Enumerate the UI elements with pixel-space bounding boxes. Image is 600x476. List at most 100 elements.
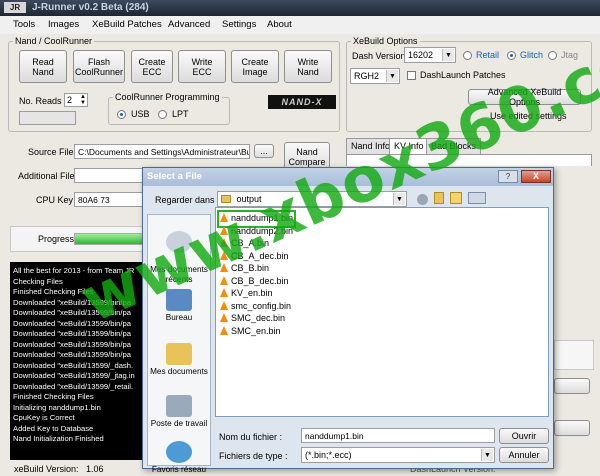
menu-images[interactable]: Images: [48, 19, 79, 30]
file-item[interactable]: CB_B_dec.bin: [220, 275, 289, 288]
log-line: Downloaded "xeBuild/13599/_jtag.in: [13, 371, 135, 380]
network-icon: [166, 441, 192, 463]
menu-tools[interactable]: Tools: [13, 19, 35, 30]
log-line: Downloaded "xeBuild/13599/bin/pa: [13, 318, 131, 328]
file-name: CB_B.bin: [231, 263, 270, 273]
jtag-radio[interactable]: [548, 51, 557, 60]
cpu-key-input[interactable]: 80A6 73: [74, 192, 144, 207]
progress-label: Progress: [38, 234, 75, 244]
file-item[interactable]: SMC_en.bin: [220, 325, 281, 338]
help-icon[interactable]: ?: [498, 170, 518, 183]
place-documents[interactable]: Mes documents: [148, 343, 210, 377]
vlc-file-icon: [220, 213, 228, 222]
log-line: Added Key to Database: [13, 423, 94, 433]
write-ecc-button[interactable]: Write ECC: [178, 50, 226, 83]
filename-label: Nom du fichier :: [219, 432, 283, 442]
dashlaunch-checkbox[interactable]: [407, 71, 416, 80]
open-button[interactable]: Ouvrir: [499, 428, 549, 444]
up-folder-icon[interactable]: [434, 192, 444, 204]
view-menu-icon[interactable]: [468, 192, 486, 204]
menu-settings[interactable]: Settings: [222, 19, 256, 30]
new-folder-icon[interactable]: [450, 192, 462, 204]
log-line: Finished Checking Files: [13, 287, 94, 296]
log-line: Checking Files: [13, 276, 63, 286]
log-line: Downloaded "xeBuild/13599/bin/pa: [13, 329, 131, 338]
filetype-label: Fichiers de type :: [219, 451, 288, 461]
source-file-input[interactable]: C:\Documents and Settings\Administrateur…: [74, 144, 250, 159]
create-ecc-button[interactable]: Create ECC: [131, 50, 173, 83]
dash-version-select[interactable]: 16202 ▼: [404, 47, 456, 63]
title-bar: JR J-Runner v0.2 Beta (284): [0, 0, 600, 16]
file-item[interactable]: SMC_dec.bin: [220, 313, 285, 325]
chevron-down-icon: ▼: [393, 193, 405, 205]
file-item[interactable]: nanddump1.bin: [216, 210, 297, 228]
log-line: Downloaded "xeBuild/13599/bin/pa: [13, 339, 131, 349]
stepper-arrows-icon[interactable]: ▲ ▼: [80, 94, 86, 106]
tab-bad-blocks[interactable]: Bad Blocks: [426, 138, 482, 154]
select-file-dialog: Select a File ? X Regarder dans : output…: [142, 167, 554, 474]
flash-coolrunner-button[interactable]: Flash CoolRunner: [73, 50, 125, 83]
lpt-label: LPT: [172, 109, 189, 119]
additional-file-label: Additional File: [18, 171, 75, 181]
file-name: CB_A_dec.bin: [231, 250, 289, 261]
source-browse-button[interactable]: ...: [254, 144, 274, 158]
file-name: KV_en.bin: [231, 288, 273, 298]
additional-file-input[interactable]: [74, 168, 144, 183]
right-button-fragment-2[interactable]: [554, 420, 590, 436]
file-name: CB_B_dec.bin: [231, 275, 289, 286]
place-recent[interactable]: Mes documents récents: [148, 221, 210, 285]
retail-radio[interactable]: [463, 51, 472, 60]
glitch-radio[interactable]: [507, 51, 516, 60]
close-icon[interactable]: X: [521, 170, 551, 183]
filetype-select[interactable]: (*.bin;*.ecc) ▼: [301, 447, 495, 463]
log-line: Initializing nanddump1.bin: [13, 402, 101, 412]
right-button-fragment[interactable]: [554, 378, 590, 394]
folder-icon: [221, 195, 231, 203]
dash-version-label: Dash Version: [352, 51, 406, 61]
tab-kv-info[interactable]: KV Info: [389, 138, 429, 154]
xebuild-version-value: 1.06: [86, 464, 104, 474]
look-in-select[interactable]: output ▼: [217, 191, 407, 207]
my-documents-icon: [166, 343, 192, 365]
vlc-file-icon: [220, 263, 228, 272]
vlc-file-icon: [220, 313, 228, 322]
place-network[interactable]: Favoris réseau: [148, 441, 210, 475]
filename-input[interactable]: nanddump1.bin: [301, 428, 495, 443]
vlc-file-icon: [220, 275, 228, 285]
place-desktop[interactable]: Bureau: [148, 289, 210, 323]
file-item[interactable]: CB_B.bin: [220, 263, 269, 275]
log-line: Nand Initialization Finished: [13, 434, 104, 443]
file-item[interactable]: KV_en.bin: [220, 288, 273, 300]
file-item[interactable]: CB_A.bin: [220, 238, 269, 250]
rgh-select[interactable]: RGH2 ▼: [350, 68, 400, 84]
coolrunner-programming-legend: CoolRunner Programming: [115, 92, 220, 102]
places-bar: Mes documents récents Bureau Mes documen…: [147, 214, 211, 474]
write-nand-button[interactable]: Write Nand: [284, 50, 332, 83]
cancel-button[interactable]: Annuler: [499, 447, 549, 463]
lpt-radio[interactable]: [158, 110, 167, 119]
log-line: Downloaded "xeBuild/13599/_dash.: [13, 360, 134, 370]
read-nand-button[interactable]: Read Nand: [19, 50, 67, 83]
log-line: Finished Checking Files: [13, 392, 94, 401]
create-image-button[interactable]: Create Image: [231, 50, 279, 83]
file-item[interactable]: smc_config.bin: [220, 300, 291, 313]
chevron-down-icon: ▼: [442, 49, 454, 61]
log-line: Downloaded "xeBuild/13599/bin/pa: [13, 308, 131, 317]
usb-radio[interactable]: [117, 110, 126, 119]
menu-xebuild-patches[interactable]: XeBuild Patches: [92, 19, 162, 30]
no-reads-value: 2: [67, 95, 73, 105]
right-panel-fragment: [554, 340, 594, 370]
menu-bar: Tools Images XeBuild Patches Advanced Se…: [0, 16, 600, 34]
no-reads-stepper[interactable]: 2 ▲ ▼: [64, 93, 88, 107]
file-item[interactable]: CB_A_dec.bin: [220, 250, 289, 263]
advanced-xebuild-options-button[interactable]: Advanced XeBuild Options: [468, 87, 581, 107]
place-recent-label: Mes documents récents: [150, 265, 208, 284]
menu-about[interactable]: About: [267, 19, 292, 30]
back-icon[interactable]: [417, 194, 428, 205]
vlc-file-icon: [220, 238, 228, 247]
place-computer[interactable]: Poste de travail: [148, 395, 210, 429]
menu-advanced[interactable]: Advanced: [168, 19, 210, 30]
log-line: Downloaded "xeBuild/13599/bin/pa: [13, 297, 131, 307]
file-item[interactable]: nanddump2.bin: [220, 225, 293, 238]
tab-nand-info[interactable]: Nand Info: [346, 138, 396, 154]
